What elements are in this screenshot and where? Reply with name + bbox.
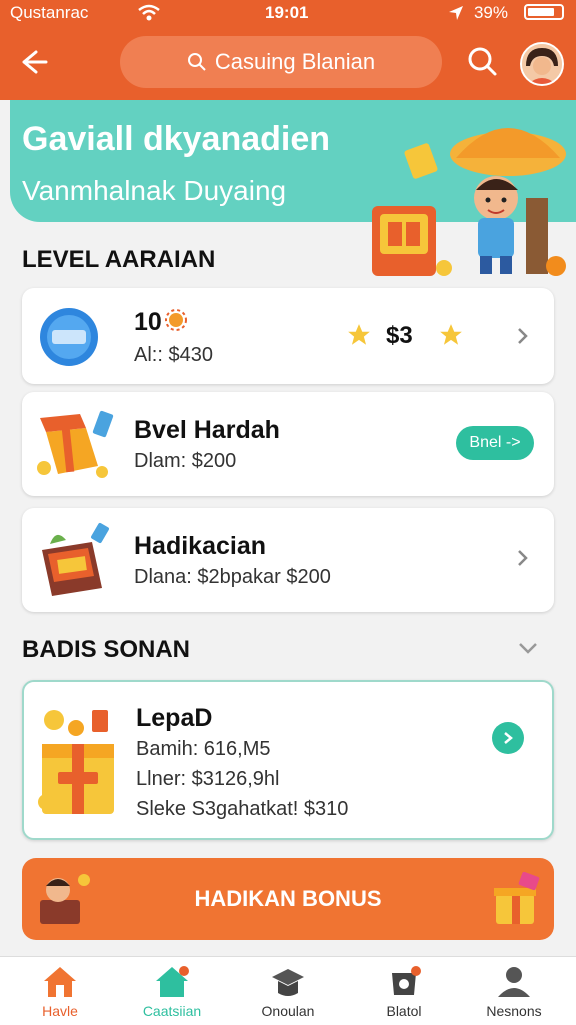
nav-item-profile[interactable]: Nesnons	[464, 957, 564, 1025]
nav-label-home: Havle	[42, 1003, 78, 1019]
avatar[interactable]	[520, 42, 564, 86]
level-card-3-title: Hadikacian	[134, 532, 267, 560]
clock: 19:01	[265, 3, 309, 22]
level-card-2-subtitle: Dlam: $200	[134, 450, 237, 472]
bottom-nav: Havle Caatsiian Onoulan Blatol Nesnons	[0, 956, 576, 1025]
level-card-3[interactable]: Hadikacian Dlana: $2bpakar $200	[22, 508, 554, 612]
nav-label-category: Caatsiian	[142, 1003, 202, 1019]
bonus-card[interactable]: LepaD Bamih: 616,M5 Llner: $3126,9hl Sle…	[22, 680, 554, 840]
graduation-cap-icon	[272, 969, 304, 996]
level-badge-icon	[40, 308, 98, 366]
search-bar[interactable]: Casuing Blanian	[120, 36, 442, 88]
nav-item-notifications[interactable]: Blatol	[354, 957, 454, 1025]
home-icon	[44, 967, 76, 997]
kid-with-slot-machine-illustration	[372, 128, 566, 276]
level-card-3-subtitle: Dlana: $2bpakar $200	[134, 566, 331, 588]
bonus-button-label: HADIKAN BONUS	[194, 886, 382, 911]
app-header: Qustanrac 19:01 39% Casuing Blanian	[0, 0, 576, 100]
house-badge-icon	[156, 966, 189, 997]
chevron-down-icon[interactable]	[516, 638, 540, 658]
nav-label-notifications: Blatol	[386, 1003, 422, 1019]
banner-subtitle: Vanmhalnak Duyaing	[22, 175, 287, 206]
banner-title: Gaviall dkyanadien	[22, 120, 331, 158]
star-icon	[440, 324, 462, 345]
search-button-icon[interactable]	[466, 45, 498, 77]
bell-icon	[392, 966, 421, 995]
profile-icon	[498, 967, 530, 997]
back-arrow-icon[interactable]	[18, 46, 50, 78]
nav-item-learn[interactable]: Onoulan	[238, 957, 338, 1025]
status-bar: Qustanrac 19:01 39%	[0, 0, 576, 26]
nav-label-learn: Onoulan	[261, 1003, 315, 1019]
battery-icon	[524, 4, 564, 20]
chevron-right-icon[interactable]	[512, 326, 532, 346]
level-card-1-score: $3	[386, 322, 413, 349]
chevron-right-icon	[504, 732, 513, 744]
level-card-1-subtitle: Al:: $430	[134, 344, 213, 366]
level-card-1-title: 10	[134, 308, 162, 336]
level-card-2-title: Bvel Hardah	[134, 416, 280, 444]
wifi-icon	[138, 4, 160, 21]
level-card-2[interactable]: Bvel Hardah Dlam: $200 Bnel ->	[22, 392, 554, 496]
bonus-section-title: BADIS SONAN	[22, 636, 191, 663]
treasure-gift-icon	[38, 710, 114, 814]
sun-badge-icon	[165, 309, 187, 331]
star-icon	[348, 324, 370, 345]
gift-box-icon	[37, 410, 114, 478]
nav-item-category[interactable]: Caatsiian	[122, 957, 222, 1025]
bonus-card-title: LepaD	[136, 704, 213, 732]
bonus-card-line-3: Sleke S3gahatkat! $310	[136, 798, 349, 820]
search-icon	[187, 53, 206, 71]
level-card-2-action-button[interactable]: Bnel ->	[456, 426, 534, 460]
chevron-right-icon[interactable]	[512, 548, 532, 568]
slot-machine-icon	[42, 522, 109, 596]
carrier-label: Qustanrac	[10, 3, 89, 22]
bonus-card-go-button[interactable]	[492, 722, 524, 754]
gift-box-icon	[494, 872, 540, 924]
bonus-card-line-2: Llner: $3126,9hl	[136, 768, 280, 790]
user-avatar-icon	[522, 44, 562, 84]
location-arrow-icon	[449, 6, 463, 20]
level-section-title: LEVEL AARAIAN	[22, 246, 216, 273]
nav-label-profile: Nesnons	[486, 1003, 542, 1019]
nav-item-home[interactable]: Havle	[10, 957, 110, 1025]
bonus-button[interactable]: HADIKAN BONUS	[22, 858, 554, 940]
level-card-1[interactable]: 10 Al:: $430 $3	[22, 288, 554, 384]
battery-percent: 39%	[473, 3, 508, 22]
bonus-card-line-1: Bamih: 616,M5	[136, 738, 271, 760]
search-text: Casuing Blanian	[214, 49, 376, 74]
